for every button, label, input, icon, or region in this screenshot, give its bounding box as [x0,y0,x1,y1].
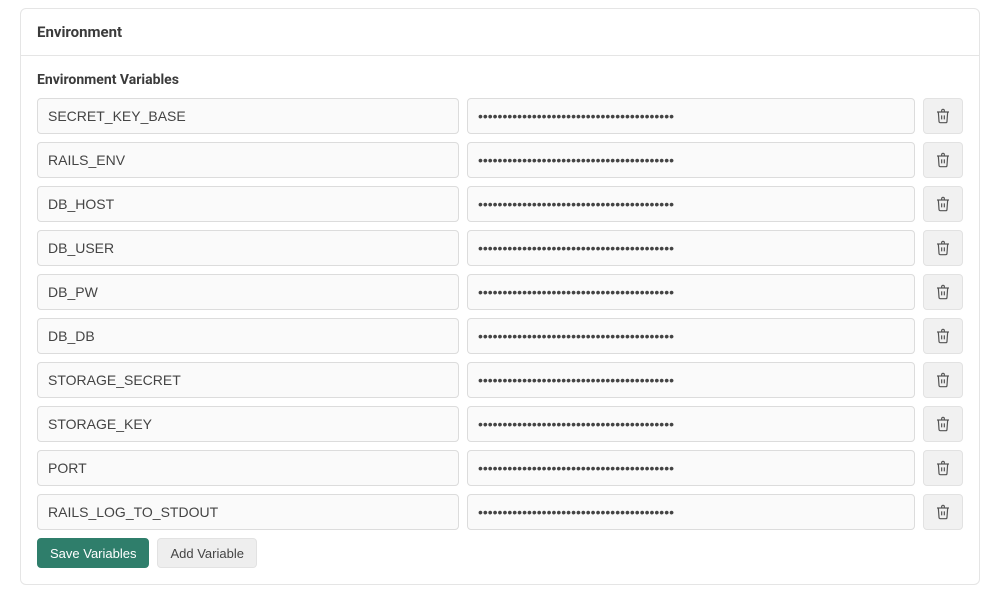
trash-icon [935,371,951,389]
variable-value-input[interactable] [467,186,915,222]
trash-icon [935,459,951,477]
variable-value-input[interactable] [467,142,915,178]
trash-icon [935,151,951,169]
trash-icon [935,283,951,301]
delete-variable-button[interactable] [923,406,963,442]
delete-variable-button[interactable] [923,142,963,178]
trash-icon [935,195,951,213]
variable-key-input[interactable] [37,230,459,266]
panel-header: Environment [21,9,979,56]
add-variable-button[interactable]: Add Variable [157,538,256,568]
variable-key-input[interactable] [37,494,459,530]
delete-variable-button[interactable] [923,186,963,222]
variable-row [37,98,963,134]
variable-row [37,186,963,222]
variable-value-input[interactable] [467,362,915,398]
trash-icon [935,503,951,521]
trash-icon [935,415,951,433]
variable-value-input[interactable] [467,230,915,266]
variable-key-input[interactable] [37,186,459,222]
variable-value-input[interactable] [467,450,915,486]
delete-variable-button[interactable] [923,362,963,398]
variable-row [37,274,963,310]
variable-key-input[interactable] [37,450,459,486]
environment-panel: Environment Environment Variables Save V… [20,8,980,585]
variable-key-input[interactable] [37,142,459,178]
trash-icon [935,239,951,257]
section-title: Environment Variables [37,72,963,88]
delete-variable-button[interactable] [923,274,963,310]
trash-icon [935,327,951,345]
delete-variable-button[interactable] [923,494,963,530]
variable-key-input[interactable] [37,318,459,354]
variable-row [37,318,963,354]
delete-variable-button[interactable] [923,98,963,134]
variable-key-input[interactable] [37,98,459,134]
variable-row [37,362,963,398]
variable-row [37,142,963,178]
delete-variable-button[interactable] [923,230,963,266]
panel-title: Environment [37,23,963,41]
variable-row [37,230,963,266]
variable-value-input[interactable] [467,98,915,134]
variable-row [37,406,963,442]
variable-key-input[interactable] [37,274,459,310]
variable-key-input[interactable] [37,362,459,398]
variable-value-input[interactable] [467,274,915,310]
delete-variable-button[interactable] [923,318,963,354]
variable-value-input[interactable] [467,318,915,354]
delete-variable-button[interactable] [923,450,963,486]
trash-icon [935,107,951,125]
variable-key-input[interactable] [37,406,459,442]
variable-row [37,494,963,530]
variable-list [37,98,963,530]
panel-body: Environment Variables Save Variables Add… [21,56,979,584]
variable-row [37,450,963,486]
variable-value-input[interactable] [467,406,915,442]
variable-value-input[interactable] [467,494,915,530]
button-row: Save Variables Add Variable [37,538,963,568]
save-variables-button[interactable]: Save Variables [37,538,149,568]
